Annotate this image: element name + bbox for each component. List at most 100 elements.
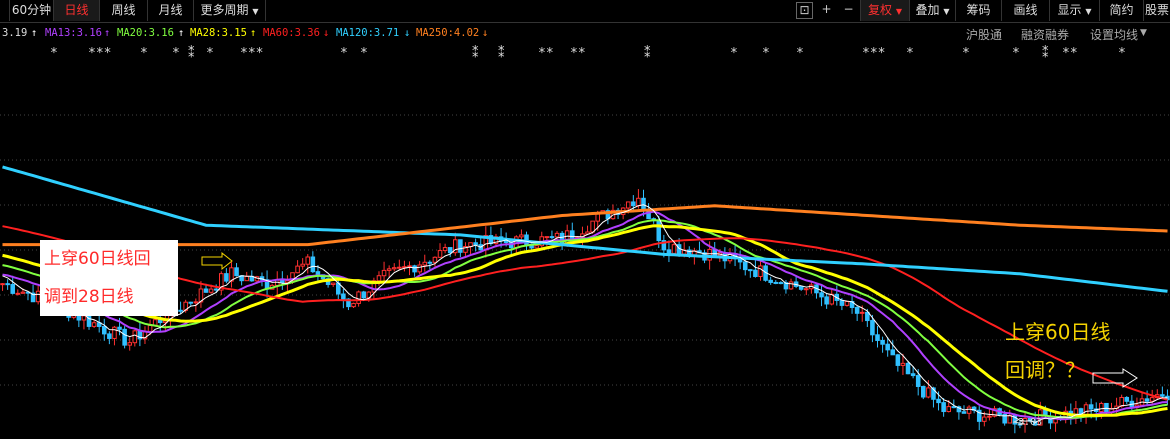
- candle-body: [351, 302, 356, 308]
- candle-body: [1160, 394, 1165, 397]
- candle-body: [412, 265, 417, 273]
- simple-button[interactable]: 简约: [1100, 0, 1144, 21]
- signal-marker: *: [172, 46, 180, 61]
- candle-body: [666, 249, 672, 254]
- candle-body: [5, 283, 10, 286]
- candle-body: [707, 248, 712, 261]
- display-dropdown[interactable]: 显示 ▼: [1050, 0, 1100, 21]
- candle-body: [839, 299, 845, 306]
- candle-body: [656, 220, 662, 242]
- tab-60min[interactable]: 60分钟: [10, 0, 54, 21]
- candle-body: [544, 236, 550, 239]
- left-annotation-line2: 调到28日线: [44, 287, 134, 307]
- signal-marker: *: [962, 46, 970, 61]
- period-toolbar: 60分钟 日线 周线 月线 更多周期 ▼ ⊡ + − 复权 ▼ 叠加 ▼ 筹码 …: [0, 0, 1170, 23]
- margin-trading-link[interactable]: 融资融券: [1021, 26, 1069, 43]
- display-label: 显示: [1057, 3, 1082, 17]
- arrow-up-icon: ↑: [250, 27, 257, 39]
- arrow-down-icon: ↓: [323, 27, 330, 39]
- candle-body: [147, 324, 153, 332]
- candle-body: [361, 291, 366, 299]
- signal-marker: ⁑: [1042, 46, 1049, 61]
- candle-body: [549, 236, 555, 239]
- candle-body: [900, 362, 906, 366]
- overlay-label: 叠加: [915, 3, 940, 17]
- arrow-down-icon: ↓: [404, 27, 411, 39]
- candle-body: [234, 267, 239, 277]
- candle-body: [788, 281, 794, 290]
- left-annotation-line1: 上穿60日线回: [44, 249, 151, 269]
- arrow-down-icon: ↓: [482, 27, 489, 39]
- signal-marker: *: [50, 46, 58, 61]
- candle-body: [112, 326, 117, 339]
- candle-body: [178, 309, 183, 312]
- candle-body: [203, 288, 209, 293]
- right-annotation-line2: 回调？？: [1005, 358, 1085, 382]
- minus-icon[interactable]: −: [840, 2, 857, 19]
- signal-marker: ⁑: [498, 46, 505, 61]
- candle-body: [127, 342, 132, 346]
- candle-body: [102, 325, 107, 335]
- candle-body: [753, 269, 758, 277]
- candle-body: [641, 197, 646, 211]
- lock-icon[interactable]: ⊡: [796, 2, 813, 19]
- chevron-down-icon: ▼: [252, 7, 259, 16]
- sh-hk-connect-link[interactable]: 沪股通: [966, 26, 1002, 43]
- set-ma-link[interactable]: 设置均线: [1090, 26, 1138, 43]
- candle-body: [748, 269, 753, 272]
- candle-body: [341, 293, 346, 300]
- candle-body: [905, 362, 911, 375]
- signal-marker: **: [1062, 46, 1078, 61]
- candle-body: [859, 311, 865, 314]
- candle-body: [208, 288, 214, 293]
- signal-marker: *: [762, 46, 770, 61]
- candle-body: [81, 315, 87, 321]
- draw-line-button[interactable]: 画线: [1002, 0, 1050, 21]
- candle-body: [875, 334, 880, 341]
- left-arrow-marker: [201, 251, 233, 271]
- candle-body: [503, 240, 509, 243]
- plus-icon[interactable]: +: [818, 2, 835, 19]
- candle-body: [295, 265, 300, 274]
- candle-body: [20, 291, 26, 294]
- restore-rights-dropdown[interactable]: 复权 ▼: [860, 0, 910, 21]
- candle-body: [437, 250, 443, 258]
- signal-marker: *: [340, 46, 348, 61]
- candle-body: [386, 268, 392, 271]
- overlay-dropdown[interactable]: 叠加 ▼: [910, 0, 956, 21]
- tab-daily[interactable]: 日线: [54, 0, 100, 21]
- candle-body: [804, 288, 809, 291]
- candle-body: [768, 279, 773, 283]
- candle-body: [880, 339, 885, 345]
- toolbar-edge: [0, 0, 10, 21]
- more-periods-dropdown[interactable]: 更多周期 ▼: [194, 0, 266, 21]
- candle-body: [895, 354, 901, 366]
- candle-body: [1149, 397, 1155, 402]
- chevron-down-icon[interactable]: ▼: [1140, 28, 1147, 38]
- signal-marker: **: [538, 46, 554, 61]
- chips-button[interactable]: 筹码: [956, 0, 1002, 21]
- candle-body: [376, 275, 382, 282]
- candle-body: [936, 398, 941, 404]
- candle-body: [534, 245, 539, 249]
- candle-body: [590, 220, 595, 233]
- signal-marker: *: [796, 46, 804, 61]
- candle-body: [10, 284, 15, 294]
- candle-body: [330, 282, 336, 285]
- tab-weekly[interactable]: 周线: [100, 0, 148, 21]
- candle-body: [1124, 396, 1130, 402]
- stock-button[interactable]: 股票: [1144, 0, 1170, 21]
- candle-body: [447, 247, 453, 254]
- arrow-up-icon: ↑: [31, 27, 38, 39]
- right-annotation-line1: 上穿60日线: [1005, 320, 1111, 344]
- more-periods-label: 更多周期: [200, 3, 249, 17]
- candle-body: [1088, 404, 1094, 410]
- signal-marker: *: [206, 46, 214, 61]
- ma20-label: MA20:3.16: [117, 27, 174, 39]
- candle-body: [310, 256, 316, 273]
- arrow-up-icon: ↑: [104, 27, 111, 39]
- signal-marker: *: [140, 46, 148, 61]
- candle-body: [844, 300, 850, 306]
- tab-monthly[interactable]: 月线: [148, 0, 194, 21]
- left-annotation-box: 上穿60日线回 调到28日线: [40, 240, 178, 316]
